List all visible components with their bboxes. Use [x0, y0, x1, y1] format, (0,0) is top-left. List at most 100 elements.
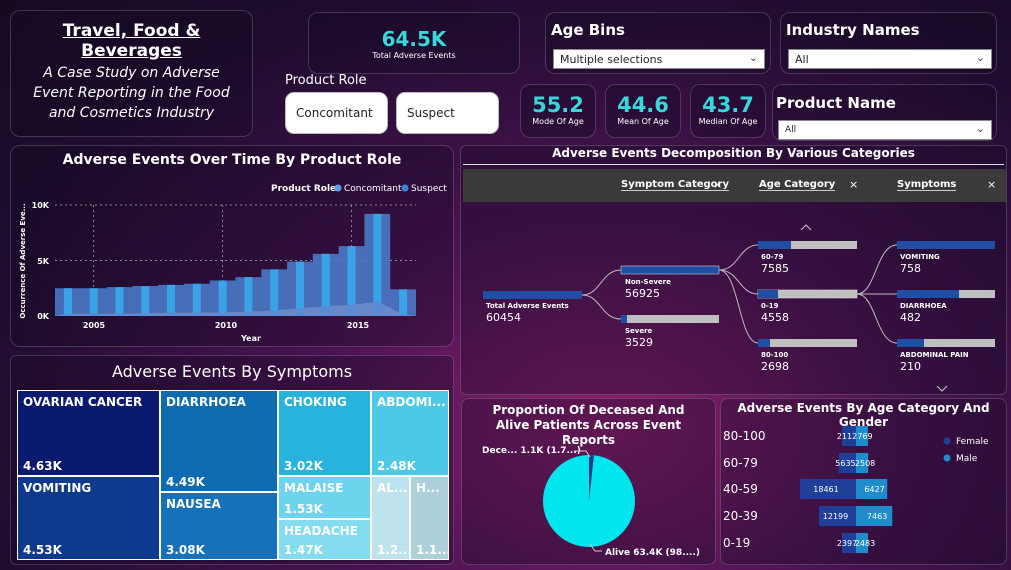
chevron-down-icon: ⌄ [975, 122, 985, 135]
bar-concomitant[interactable] [399, 314, 408, 316]
symptoms-panel: Adverse Events By Symptoms OVARIAN CANCE… [10, 355, 454, 565]
bar-suspect[interactable] [141, 286, 150, 316]
industry-dropdown[interactable]: All ⌄ [788, 49, 992, 69]
age-gender-chart: Female Male 80-100 2112 769 60-79 5635 2508 40… [723, 426, 989, 553]
male-value: 6427 [864, 485, 884, 494]
industry-value: All [795, 53, 809, 66]
age-0-19-label: 0-19 [761, 302, 779, 310]
chevron-down-icon: ⌄ [975, 51, 985, 64]
bar-suspect[interactable] [270, 269, 279, 316]
bar-concomitant[interactable] [89, 313, 98, 316]
bar-concomitant[interactable] [321, 306, 330, 316]
age-label: 20-39 [723, 509, 758, 523]
age-60-79-label: 60-79 [761, 253, 784, 261]
age-80-100-fill [758, 339, 770, 347]
cell-value: 4.53K [23, 543, 62, 557]
pie-chart: Dece... 1.1K (1.7...) Alive 63.4K (98...… [482, 446, 700, 558]
root-bar[interactable] [483, 291, 582, 299]
connector [718, 244, 759, 271]
bar-concomitant[interactable] [167, 312, 176, 316]
bar-suspect[interactable] [399, 289, 408, 316]
age-60-79-fill [758, 241, 791, 249]
female-value: 18461 [813, 485, 838, 494]
pie-panel: Proportion Of Deceased And Alive Patient… [461, 398, 716, 565]
bar-concomitant[interactable] [244, 311, 253, 316]
treemap-malaise[interactable]: MALAISE 1.53K [278, 476, 371, 519]
kpi-median-card: 43.7 Median Of Age [690, 84, 766, 138]
cell-label: VOMITING [23, 481, 92, 495]
bar-suspect[interactable] [115, 287, 124, 316]
dashboard-title: Travel, Food & Beverages [62, 21, 201, 61]
bar-suspect[interactable] [218, 280, 227, 316]
kpi-total-label: Total Adverse Events [372, 51, 456, 60]
treemap-al[interactable]: AL... 1.2... [371, 476, 410, 560]
connector [581, 269, 622, 296]
kpi-mean-card: 44.6 Mean Of Age [605, 84, 681, 138]
product-value: All [785, 125, 797, 135]
legend-suspect: Suspect [411, 184, 447, 194]
nonsevere-value: 56925 [625, 287, 660, 300]
pie-alive-label: Alive 63.4K (98....) [605, 548, 700, 558]
bar-concomitant[interactable] [63, 313, 72, 316]
bar-suspect[interactable] [244, 277, 253, 316]
age-80-100-bar[interactable] [758, 339, 857, 347]
bar-suspect[interactable] [192, 283, 201, 316]
xtick-2015: 2015 [347, 321, 370, 330]
female-value: 2112 [837, 432, 857, 441]
treemap-h[interactable]: H... 1.1... [410, 476, 449, 560]
bar-concomitant[interactable] [295, 308, 304, 316]
bar-concomitant[interactable] [270, 310, 279, 316]
bar-suspect[interactable] [89, 288, 98, 316]
cell-label: DIARRHOEA [166, 395, 246, 409]
treemap-abdominal[interactable]: ABDOMI... 2.48K [371, 390, 449, 476]
legend-title: Product Role [271, 184, 336, 194]
bar-suspect[interactable] [63, 288, 72, 316]
root-value: 60454 [486, 311, 521, 324]
cell-value: 3.02K [284, 459, 323, 473]
kpi-mean-value: 44.6 [617, 93, 669, 117]
kpi-median-label: Median Of Age [698, 117, 758, 126]
dashboard-subtitle: A Case Study on Adverse Event Reporting … [33, 65, 230, 121]
ytick-10k: 10K [32, 201, 50, 210]
cell-value: 2.48K [377, 459, 416, 473]
abdominal-pain-value: 210 [900, 360, 921, 373]
bar-suspect[interactable] [295, 261, 304, 316]
nonsevere-label: Non-Severe [625, 278, 671, 286]
legend-dot-suspect [401, 184, 409, 192]
nonsevere-bar[interactable] [620, 265, 720, 275]
cell-label: MALAISE [284, 481, 344, 495]
cell-label: OVARIAN CANCER [23, 395, 143, 409]
cell-label: CHOKING [284, 395, 347, 409]
treemap-diarrhoea[interactable]: DIARRHOEA 4.49K [160, 390, 278, 492]
decomp-tree: Total Adverse Events 60454 Non-Severe 56… [483, 224, 995, 392]
treemap-vomiting[interactable]: VOMITING 4.53K [17, 476, 160, 560]
bar-concomitant[interactable] [141, 313, 150, 316]
chevron-up-icon[interactable] [800, 224, 812, 231]
diarrhoea-value: 482 [900, 311, 921, 324]
kpi-mode-value: 55.2 [532, 93, 584, 117]
vomiting-bar[interactable] [897, 241, 995, 249]
xtick-2010: 2010 [215, 321, 238, 330]
treemap-nausea[interactable]: NAUSEA 3.08K [160, 492, 278, 560]
treemap-choking[interactable]: CHOKING 3.02K [278, 390, 371, 476]
concomitant-button[interactable]: Concomitant [285, 92, 388, 134]
bar-concomitant[interactable] [373, 301, 382, 316]
bar-concomitant[interactable] [115, 313, 124, 316]
age-60-79-value: 7585 [761, 262, 789, 275]
age-bins-dropdown[interactable]: Multiple selections ⌄ [553, 49, 765, 69]
treemap-ovarian-cancer[interactable]: OVARIAN CANCER 4.63K [17, 390, 160, 476]
bar-concomitant[interactable] [192, 312, 201, 316]
suspect-button[interactable]: Suspect [396, 92, 499, 134]
severe-bar[interactable] [621, 315, 719, 323]
severe-value: 3529 [625, 336, 653, 349]
chevron-down-icon[interactable] [936, 385, 948, 392]
time-chart: Product Role Concomitant Suspect 10K 5K … [19, 184, 447, 343]
cell-value: 4.63K [23, 459, 62, 473]
product-dropdown[interactable]: All ⌄ [778, 120, 992, 140]
bar-concomitant[interactable] [218, 312, 227, 316]
bar-suspect[interactable] [167, 284, 176, 316]
bar-suspect[interactable] [373, 213, 382, 316]
bar-concomitant[interactable] [347, 304, 356, 316]
treemap-headache[interactable]: HEADACHE 1.47K [278, 519, 371, 560]
connector [718, 269, 759, 295]
